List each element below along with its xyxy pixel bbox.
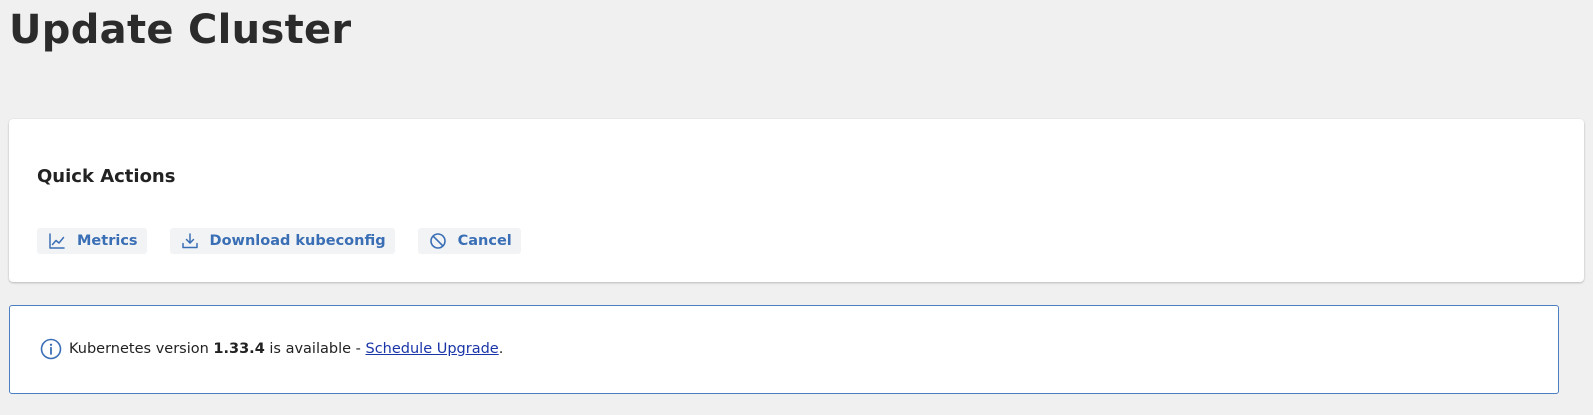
alert-message: Kubernetes version 1.33.4 is available -…	[40, 338, 503, 360]
schedule-upgrade-link[interactable]: Schedule Upgrade	[365, 341, 498, 357]
download-kubeconfig-button-label: Download kubeconfig	[209, 233, 386, 249]
chart-line-icon	[48, 232, 66, 250]
download-icon	[181, 232, 199, 250]
download-kubeconfig-button[interactable]: Download kubeconfig	[169, 228, 395, 254]
quick-actions-title: Quick Actions	[37, 166, 176, 187]
alert-text-after: .	[498, 341, 504, 357]
ban-icon	[429, 232, 447, 250]
available-version: 1.33.4	[213, 341, 265, 357]
page-title: Update Cluster	[9, 7, 352, 53]
metrics-button[interactable]: Metrics	[37, 228, 147, 254]
quick-actions-toolbar: Metrics Download kubeconfig Cancel	[37, 228, 521, 254]
info-icon	[40, 338, 62, 360]
cancel-button[interactable]: Cancel	[417, 228, 521, 254]
metrics-button-label: Metrics	[77, 233, 138, 249]
alert-text-before: Kubernetes version	[69, 341, 209, 357]
quick-actions-card: Quick Actions Metrics Download kubeconfi…	[9, 119, 1584, 282]
cancel-button-label: Cancel	[457, 233, 512, 249]
upgrade-available-alert: Kubernetes version 1.33.4 is available -…	[9, 305, 1559, 394]
alert-text-middle: is available -	[269, 341, 361, 357]
